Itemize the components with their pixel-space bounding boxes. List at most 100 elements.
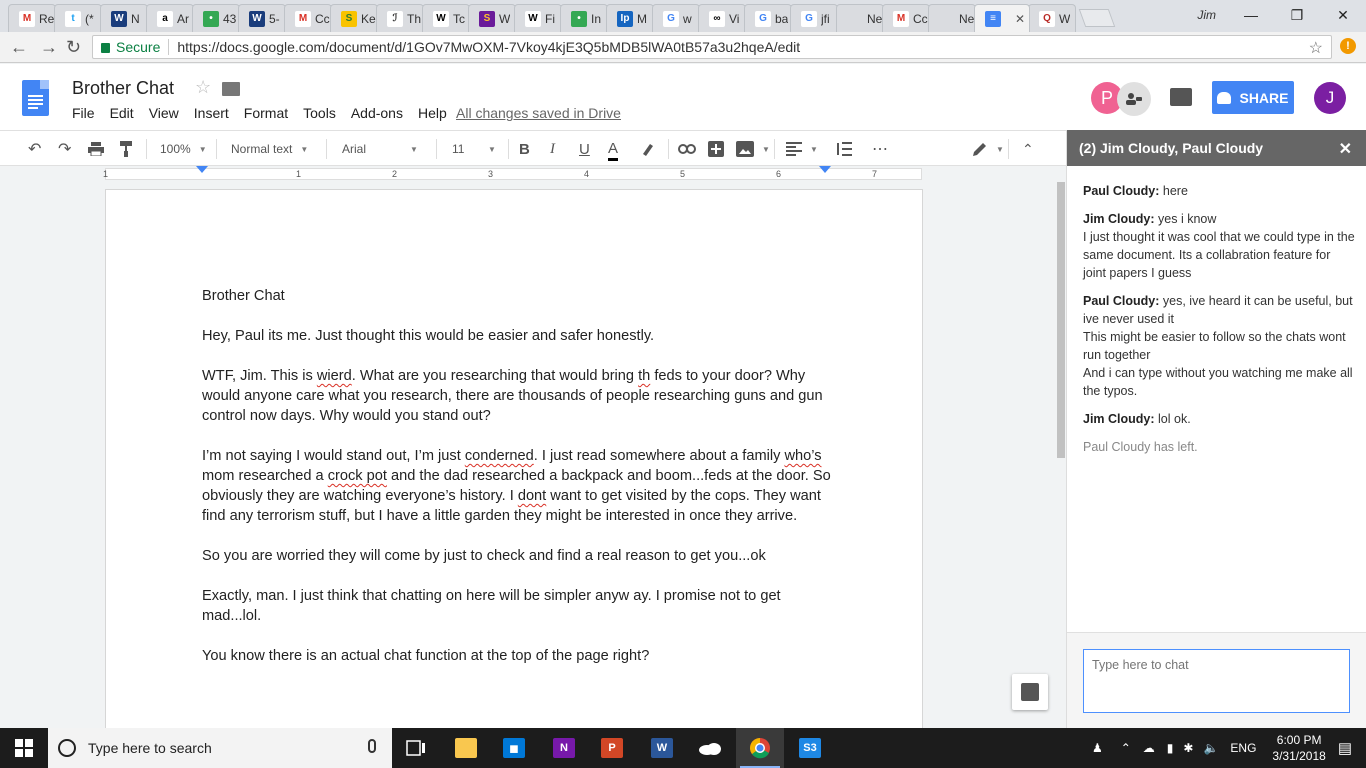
url-text[interactable]: https://docs.google.com/document/d/1GOv7… [177, 39, 800, 55]
browser-tab[interactable]: ℐ Th [376, 4, 424, 32]
highlight-icon[interactable] [641, 139, 655, 159]
browser-tab[interactable]: SW [468, 4, 516, 32]
browser-tab[interactable]: Gba [744, 4, 792, 32]
cloud-icon[interactable]: ☁ [1143, 741, 1155, 755]
browser-tab[interactable]: a Ar [146, 4, 194, 32]
editing-mode-icon[interactable]: ▼ [972, 139, 1004, 159]
forward-icon[interactable]: → [40, 37, 58, 58]
font-select[interactable]: Arial ▼ [342, 139, 418, 159]
save-status[interactable]: All changes saved in Drive [456, 105, 621, 121]
show-chat-icon[interactable] [1117, 82, 1151, 116]
document-scrollbar[interactable] [1056, 182, 1066, 728]
browser-tab[interactable]: S Ke [330, 4, 378, 32]
misspelled-word[interactable]: crock pot [328, 468, 387, 484]
document-title[interactable]: Brother Chat [72, 78, 174, 99]
zoom-select[interactable]: 100% ▼ [160, 139, 207, 159]
document-paragraph[interactable]: Hey, Paul its me. Just thought this woul… [202, 326, 832, 346]
menu-help[interactable]: Help [418, 105, 447, 121]
people-icon[interactable]: ♟ [1092, 741, 1103, 755]
store-icon[interactable]: ◼ [490, 728, 538, 768]
browser-tab[interactable]: WN [100, 4, 148, 32]
menu-view[interactable]: View [149, 105, 179, 121]
misspelled-word[interactable]: who’s [784, 448, 821, 464]
font-size-select[interactable]: 11 ▼ [452, 139, 496, 159]
microphone-icon[interactable] [368, 739, 376, 753]
input-language[interactable]: ENG [1230, 741, 1256, 755]
browser-tab[interactable]: New T [836, 4, 884, 32]
account-avatar[interactable]: J [1314, 82, 1346, 114]
star-icon[interactable]: ☆ [195, 77, 211, 98]
browser-tab[interactable]: Ip M [606, 4, 654, 32]
menu-file[interactable]: File [72, 105, 95, 121]
document-paragraph[interactable]: You know there is an actual chat functio… [202, 646, 832, 666]
document-paragraph[interactable]: I’m not saying I would stand out, I’m ju… [202, 446, 832, 526]
menu-tools[interactable]: Tools [303, 105, 336, 121]
misspelled-word[interactable]: wierd [317, 368, 352, 384]
scrollbar-thumb[interactable] [1057, 182, 1065, 458]
browser-profile-name[interactable]: Jim [1197, 8, 1216, 22]
share-button[interactable]: SHARE [1212, 81, 1294, 114]
taskbar-search[interactable]: Type here to search [48, 728, 392, 768]
reload-icon[interactable]: ↻ [66, 37, 81, 58]
text-color-button[interactable]: A [608, 139, 619, 161]
line-spacing-icon[interactable] [836, 139, 852, 159]
browser-tab[interactable]: W Fi [514, 4, 562, 32]
volume-icon[interactable]: 🔈 [1203, 741, 1218, 755]
minimize-icon[interactable]: — [1228, 0, 1274, 30]
back-icon[interactable]: ← [10, 37, 28, 58]
browser-tab[interactable]: • 43 [192, 4, 240, 32]
task-view-icon[interactable] [392, 728, 440, 768]
browser-tab[interactable]: M Re [8, 4, 56, 32]
document-body[interactable]: Brother Chat Hey, Paul its me. Just thoug… [202, 286, 832, 686]
link-icon[interactable] [678, 139, 696, 159]
browser-tab[interactable]: Gjfi [790, 4, 838, 32]
omnibox[interactable]: Secure https://docs.google.com/document/… [92, 35, 1332, 59]
browser-tab[interactable]: t (* [54, 4, 102, 32]
chrome-alert-icon[interactable]: ! [1340, 38, 1356, 54]
s3-app-icon[interactable]: S3 [786, 728, 834, 768]
menu-edit[interactable]: Edit [110, 105, 134, 121]
onedrive-icon[interactable] [686, 728, 734, 768]
align-icon[interactable]: ▼ [786, 139, 818, 159]
clock[interactable]: 6:00 PM 3/31/2018 [1272, 732, 1325, 764]
bookmark-star-icon[interactable]: ☆ [1309, 38, 1323, 58]
browser-tab[interactable]: ∞ Vi [698, 4, 746, 32]
document-page[interactable]: Brother Chat Hey, Paul its me. Just thoug… [106, 190, 922, 728]
add-comment-icon[interactable] [708, 139, 724, 159]
comments-icon[interactable] [1170, 88, 1192, 106]
misspelled-word[interactable]: conderned [465, 448, 534, 464]
document-paragraph[interactable]: WTF, Jim. This is wierd. What are you re… [202, 366, 832, 426]
close-tab-icon[interactable]: ✕ [1015, 12, 1025, 26]
more-icon[interactable]: ⋯ [872, 139, 889, 159]
menu-format[interactable]: Format [244, 105, 288, 121]
browser-tab[interactable]: M Cc [284, 4, 332, 32]
browser-tab[interactable]: W 5- [238, 4, 286, 32]
italic-button[interactable]: I [550, 139, 555, 159]
browser-tab[interactable]: ≡ ✕ [974, 4, 1030, 32]
undo-icon[interactable]: ↶ [28, 139, 41, 159]
document-paragraph[interactable]: So you are worried they will come by jus… [202, 546, 832, 566]
restore-icon[interactable]: ❐ [1274, 0, 1320, 30]
new-tab-button[interactable] [1078, 9, 1116, 27]
document-paragraph[interactable]: Brother Chat [202, 286, 832, 306]
print-icon[interactable] [88, 139, 104, 159]
onenote-icon[interactable]: N [540, 728, 588, 768]
misspelled-word[interactable]: dont [518, 488, 546, 504]
insert-image-icon[interactable]: ▼ [736, 139, 770, 159]
paint-format-icon[interactable] [120, 139, 134, 159]
file-explorer-icon[interactable] [442, 728, 490, 768]
redo-icon[interactable]: ↷ [58, 139, 71, 159]
action-center-icon[interactable]: ▤ [1338, 739, 1352, 757]
browser-tab[interactable]: QW [1028, 4, 1076, 32]
browser-tab[interactable]: New T [928, 4, 976, 32]
browser-tab[interactable]: Gw [652, 4, 700, 32]
underline-button[interactable]: U [579, 139, 590, 159]
ruler-track[interactable]: 1 1 2 3 4 5 6 7 [103, 168, 922, 180]
close-window-icon[interactable]: ✕ [1320, 0, 1366, 30]
wifi-icon[interactable]: ✱ [1183, 741, 1193, 755]
collapse-menus-icon[interactable]: ⌃ [1022, 139, 1034, 159]
chrome-icon[interactable] [736, 728, 784, 768]
browser-tab[interactable]: M Cc [882, 4, 930, 32]
start-button[interactable] [0, 728, 48, 768]
docs-home-icon[interactable] [22, 80, 49, 116]
